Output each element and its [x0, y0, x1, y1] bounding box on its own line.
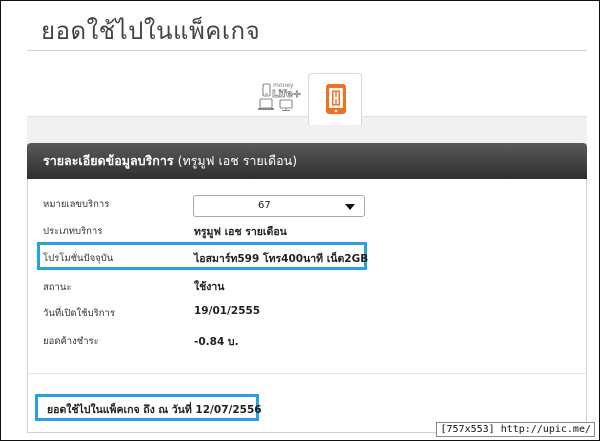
tab-life-label: Life+ — [272, 89, 302, 101]
label-outstanding-balance: ยอดค้างชำระ — [43, 336, 99, 347]
value-service-type: ทรูมูฟ เอช รายเดือน — [194, 226, 287, 238]
label-activation-date: วันที่เปิดใช้บริการ — [43, 308, 115, 319]
value-current-promotion: ไอสมาร์ท599 โทร400นาที เน็ต2GB — [194, 253, 369, 265]
label-service-type: ประเภทบริการ — [43, 226, 103, 237]
image-watermark: [757x553] http://upic.me/ — [436, 422, 595, 437]
chevron-down-icon — [345, 204, 355, 210]
tab-money-lifeplus[interactable]: money Life+ — [256, 79, 302, 113]
phone-h-icon — [326, 84, 346, 114]
package-usage-heading: ยอดใช้ไปในแพ็คเกจ ถึง ณ วันที่ 12/07/255… — [47, 404, 262, 416]
service-number-select[interactable]: 67 — [193, 195, 365, 217]
value-status: ใช้งาน — [194, 281, 225, 293]
screenshot-frame: ยอดใช้ไปในแพ็คเกจ money Life+ รายละเอียด… — [0, 0, 600, 441]
card-header-title: รายละเอียดข้อมูลบริการ — [43, 153, 174, 168]
tab-truemove-h[interactable] — [308, 73, 362, 125]
section-divider — [27, 373, 587, 374]
service-number-value: 67 — [258, 200, 271, 211]
title-divider — [27, 50, 587, 51]
label-status: สถานะ — [43, 282, 72, 293]
tab-money-label: money — [273, 82, 294, 89]
tab-band — [27, 116, 587, 146]
value-activation-date: 19/01/2555 — [194, 305, 261, 317]
card-header-subtitle: (ทรูมูฟ เอช รายเดือน) — [177, 153, 298, 168]
card-header: รายละเอียดข้อมูลบริการ (ทรูมูฟ เอช รายเดื… — [27, 143, 587, 179]
value-outstanding-balance: -0.84 บ. — [194, 336, 239, 348]
page-title: ยอดใช้ไปในแพ็คเกจ — [41, 17, 261, 45]
label-service-number: หมายเลขบริการ — [43, 199, 110, 210]
service-detail-card — [27, 143, 587, 433]
label-current-promotion: โปรโมชั่นปัจจุบัน — [43, 253, 114, 264]
